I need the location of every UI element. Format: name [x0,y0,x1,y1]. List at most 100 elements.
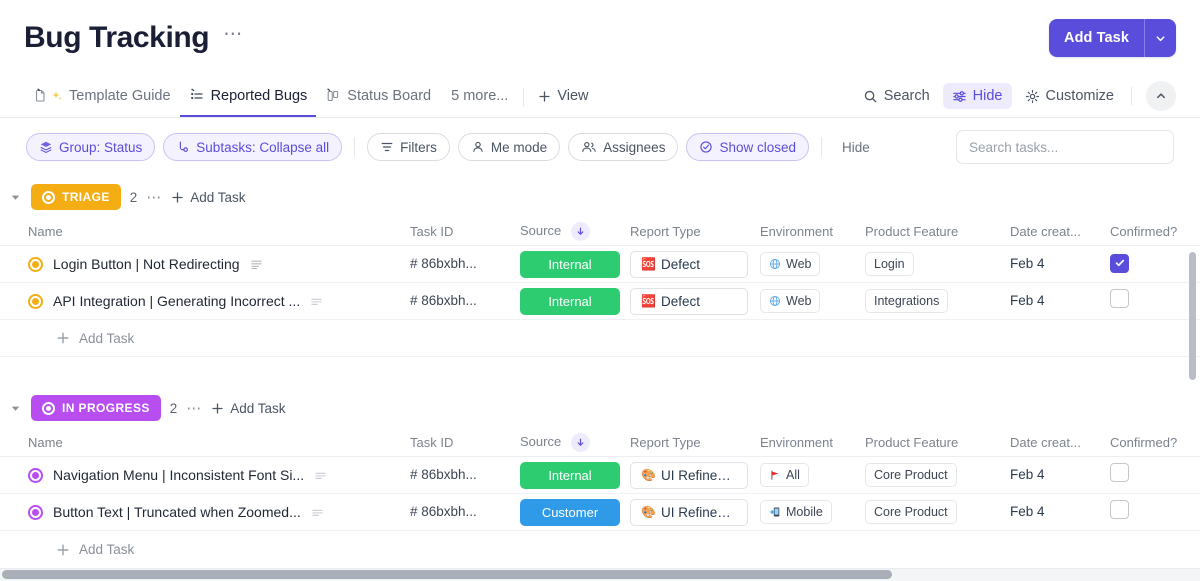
cell-confirmed[interactable] [1110,500,1200,524]
cell-report-type[interactable]: 🆘 Defect [630,250,760,278]
add-task-button[interactable]: Add Task [1049,19,1176,57]
confirmed-checkbox[interactable] [1110,500,1129,519]
cell-task-id[interactable]: # 86bxbh... [410,292,520,310]
page-options-icon[interactable]: ⋯ [223,25,243,52]
status-chip-triage[interactable]: TRIAGE [31,184,121,210]
hide-fields-link[interactable]: Hide [834,140,878,155]
status-dot-icon[interactable] [28,467,43,483]
confirmed-checkbox[interactable] [1110,253,1129,273]
cell-confirmed[interactable] [1110,463,1200,487]
cell-product-feature[interactable]: Login [865,252,1010,276]
col-product-feature[interactable]: Product Feature [865,224,1010,239]
cell-source[interactable]: Internal [520,287,630,315]
cell-report-type[interactable]: 🎨 UI Refinem... [630,498,760,526]
environment-tag[interactable]: Mobile [760,500,832,524]
environment-tag[interactable]: Web [760,252,821,276]
assignees-pill[interactable]: Assignees [568,133,679,161]
col-report-type[interactable]: Report Type [630,435,760,450]
col-report-type[interactable]: Report Type [630,224,760,239]
task-name[interactable]: Button Text | Truncated when Zoomed... [53,504,301,520]
col-name[interactable]: Name [0,218,410,246]
description-icon[interactable] [311,506,324,519]
cell-date[interactable]: Feb 4 [1010,466,1110,484]
cell-environment[interactable]: Web [760,252,865,276]
group-collapse-caret-triage[interactable] [8,192,22,203]
cell-product-feature[interactable]: Integrations [865,289,1010,313]
add-task-row-triage[interactable]: Add Task [0,320,1200,357]
cell-name[interactable]: Navigation Menu | Inconsistent Font Si..… [0,467,410,483]
confirmed-checkbox[interactable] [1110,463,1129,482]
table-row[interactable]: Login Button | Not Redirecting # 86bxbh.… [0,246,1200,283]
cell-task-id[interactable]: # 86bxbh... [410,503,520,521]
col-confirmed[interactable]: Confirmed? [1110,435,1200,450]
cell-confirmed[interactable] [1110,289,1200,313]
col-task-id[interactable]: Task ID [410,435,520,450]
task-name[interactable]: Login Button | Not Redirecting [53,256,240,272]
cell-name[interactable]: API Integration | Generating Incorrect .… [0,293,410,309]
cell-report-type[interactable]: 🎨 UI Refinem... [630,461,760,489]
cell-confirmed[interactable] [1110,253,1200,275]
me-mode-pill[interactable]: Me mode [457,133,561,161]
task-name[interactable]: Navigation Menu | Inconsistent Font Si..… [53,467,304,483]
horizontal-scrollbar-thumb[interactable] [2,570,892,579]
status-chip-in-progress[interactable]: IN PROGRESS [31,395,161,421]
description-icon[interactable] [310,295,323,308]
tab-template-guide[interactable]: Template Guide [24,75,180,117]
task-name[interactable]: API Integration | Generating Incorrect .… [53,293,300,309]
horizontal-scrollbar-track[interactable] [0,568,1200,581]
product-feature-tag[interactable]: Core Product [865,463,957,487]
tab-more-views[interactable]: 5 more... [440,75,519,117]
report-type-tag[interactable]: 🎨 UI Refinem... [630,461,748,489]
col-product-feature[interactable]: Product Feature [865,435,1010,450]
col-environment[interactable]: Environment [760,435,865,450]
col-name[interactable]: Name [0,429,410,457]
group-options-icon-triage[interactable]: ⋯ [146,188,162,206]
col-confirmed[interactable]: Confirmed? [1110,224,1200,239]
col-task-id[interactable]: Task ID [410,224,520,239]
report-type-tag[interactable]: 🆘 Defect [630,287,748,315]
cell-name[interactable]: Button Text | Truncated when Zoomed... [0,504,410,520]
col-date-created[interactable]: Date creat... [1010,224,1110,239]
status-dot-icon[interactable] [28,504,43,520]
cell-date[interactable]: Feb 4 [1010,503,1110,521]
table-row[interactable]: API Integration | Generating Incorrect .… [0,283,1200,320]
cell-source[interactable]: Internal [520,461,630,489]
cell-date[interactable]: Feb 4 [1010,255,1110,273]
cell-source[interactable]: Customer [520,498,630,526]
tab-status-board[interactable]: Status Board [316,75,440,117]
subtasks-pill[interactable]: Subtasks: Collapse all [163,133,343,161]
add-task-row-in-progress[interactable]: Add Task [0,531,1200,568]
report-type-tag[interactable]: 🆘 Defect [630,250,748,278]
sort-desc-icon[interactable] [570,222,590,241]
sort-desc-icon[interactable] [570,433,590,452]
col-source[interactable]: Source [520,222,630,241]
source-tag[interactable]: Customer [520,498,620,526]
group-add-task-triage[interactable]: Add Task [171,190,246,205]
group-add-task-in-progress[interactable]: Add Task [211,401,286,416]
group-collapse-caret-in-progress[interactable] [8,403,22,414]
search-tasks-input[interactable] [956,130,1174,164]
cell-task-id[interactable]: # 86bxbh... [410,466,520,484]
cell-product-feature[interactable]: Core Product [865,500,1010,524]
add-task-chevron-down-icon[interactable] [1144,19,1176,57]
col-source[interactable]: Source [520,433,630,452]
environment-tag[interactable]: Web [760,289,821,313]
search-button[interactable]: Search [854,83,939,109]
add-view-button[interactable]: View [528,75,598,117]
show-closed-pill[interactable]: Show closed [686,133,809,161]
cell-task-id[interactable]: # 86bxbh... [410,255,520,273]
customize-button[interactable]: Customize [1016,83,1124,109]
status-dot-icon[interactable] [28,256,43,272]
source-tag[interactable]: Internal [520,250,620,278]
confirmed-checkbox[interactable] [1110,289,1129,308]
cell-environment[interactable]: Mobile [760,500,865,524]
table-row[interactable]: Button Text | Truncated when Zoomed... #… [0,494,1200,531]
cell-date[interactable]: Feb 4 [1010,292,1110,310]
description-icon[interactable] [250,258,263,271]
product-feature-tag[interactable]: Login [865,252,914,276]
filters-pill[interactable]: Filters [367,133,450,161]
source-tag[interactable]: Internal [520,287,620,315]
cell-report-type[interactable]: 🆘 Defect [630,287,760,315]
cell-name[interactable]: Login Button | Not Redirecting [0,256,410,272]
product-feature-tag[interactable]: Integrations [865,289,949,313]
